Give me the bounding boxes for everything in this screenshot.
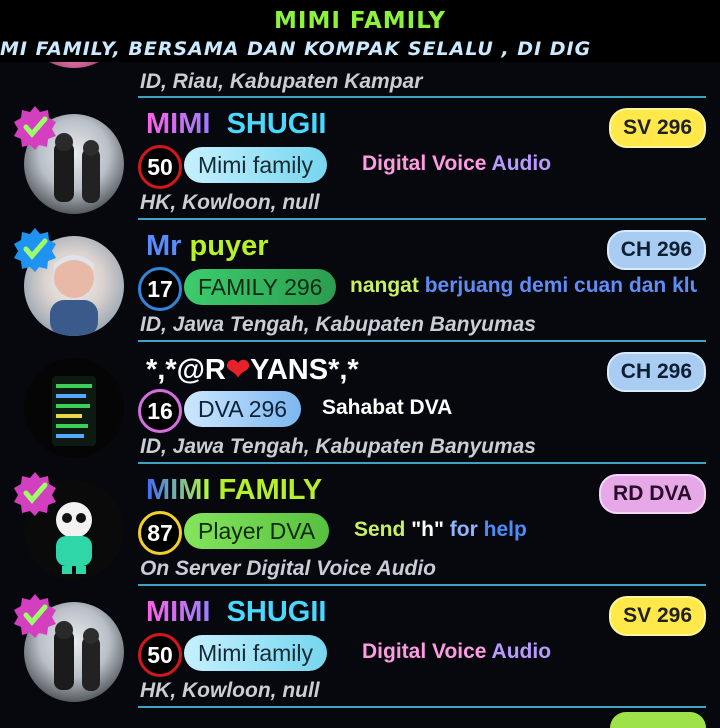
user-row[interactable]: Mr puyer 17 FAMILY 296 nangat berjuang d… (0, 220, 720, 342)
user-status: Sahabat DVA (322, 396, 453, 419)
row-divider (138, 706, 706, 708)
family-tag: Player DVA (184, 513, 330, 549)
seat-badge: CH 296 (606, 230, 706, 270)
seat-badge: RD DVA (599, 474, 706, 514)
level-badge: 16 (138, 389, 182, 433)
user-row[interactable]: MIMI SHUGII 50 Mimi family Digital Voice… (0, 98, 720, 220)
user-name: *,*@R❤YANS*,* (146, 354, 359, 386)
user-location: ID, Jawa Tengah, Kabupaten Banyumas (140, 313, 536, 336)
user-name: MIMI FAMILY (146, 474, 323, 506)
user-location: ID, Riau, Kabupaten Kampar (140, 70, 423, 93)
user-row[interactable]: *,*@R❤YANS*,* 16 DVA 296 Sahabat DVA ID,… (0, 342, 720, 464)
user-status: Digital Voice Audio (362, 152, 552, 175)
room-announcement-marquee: MI FAMILY, BERSAMA DAN KOMPAK SELALU , D… (0, 38, 592, 60)
user-status: Send "h" for help (354, 518, 527, 541)
family-tag: Mimi family (184, 635, 327, 671)
user-location: HK, Kowloon, null (140, 679, 320, 702)
user-row[interactable]: MIMI SHUGII 50 Mimi family Digital Voice… (0, 586, 720, 708)
user-row[interactable]: MIMI FAMILY 87 Player DVA Send "h" for h… (0, 464, 720, 586)
verified-badge-icon (14, 472, 56, 516)
next-row-badge-partial (610, 712, 706, 728)
seat-badge: CH 296 (606, 352, 706, 392)
heart-icon: ❤ (225, 354, 251, 386)
user-location: ID, Jawa Tengah, Kabupaten Banyumas (140, 435, 536, 458)
user-location: HK, Kowloon, null (140, 191, 320, 214)
user-name: MIMI SHUGII (146, 108, 327, 140)
avatar[interactable] (24, 358, 124, 458)
user-location: On Server Digital Voice Audio (140, 557, 437, 580)
verified-badge-icon (14, 106, 56, 150)
level-badge: 87 (138, 511, 182, 555)
room-header: MIMI FAMILY MI FAMILY, BERSAMA DAN KOMPA… (0, 0, 720, 62)
user-name: MIMI SHUGII (146, 596, 327, 628)
level-badge: 50 (138, 145, 182, 189)
user-status: Digital Voice Audio (362, 640, 552, 663)
room-title: MIMI FAMILY (274, 8, 446, 34)
level-badge: 50 (138, 633, 182, 677)
user-name: Mr puyer (146, 230, 269, 262)
verified-badge-icon (14, 594, 56, 638)
seat-badge: SV 296 (609, 108, 706, 148)
family-tag: FAMILY 296 (184, 269, 337, 305)
seat-badge: SV 296 (609, 596, 706, 636)
family-tag: DVA 296 (184, 391, 302, 427)
verified-badge-icon (14, 228, 56, 272)
family-tag: Mimi family (184, 147, 327, 183)
user-status: nangat berjuang demi cuan dan klu (350, 274, 697, 297)
level-badge: 17 (138, 267, 182, 311)
